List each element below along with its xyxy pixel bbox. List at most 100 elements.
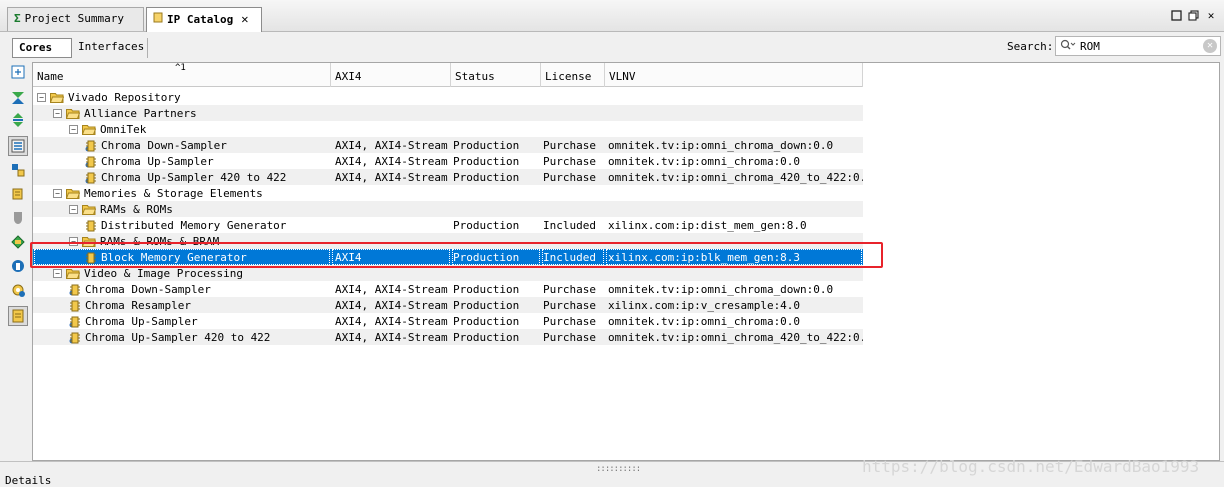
table-header: Name ^1 AXI4 Status License VLNV [33,63,863,87]
expand-collapse-icon[interactable]: − [69,125,78,134]
tree-folder-row[interactable]: − Vivado Repository [33,89,863,105]
expand-collapse-icon[interactable]: − [53,189,62,198]
restore-icon[interactable] [1187,10,1199,22]
sort-icon[interactable] [8,110,28,130]
ip-name-label: OmniTek [100,123,147,136]
status-cell: Production [453,283,520,296]
axi-cell: AXI4, AXI4-Stream [335,315,448,328]
details-label: Details [5,474,52,487]
expand-collapse-icon[interactable]: − [53,109,62,118]
ip-name-label: Chroma Down-Sampler [85,283,211,296]
license-cell: Purchase [543,331,596,344]
third-party-ip-icon [69,316,80,327]
maximize-icon[interactable] [1170,10,1182,22]
tree-folder-row[interactable]: − Memories & Storage Elements [33,185,863,201]
license-cell: Purchase [543,139,596,152]
search-field[interactable]: ✕ [1055,36,1221,56]
highlight-annotation-box [30,242,883,268]
folder-open-icon [82,205,96,215]
vlnv-cell: omnitek.tv:ip:omni_chroma_down:0.0 [608,283,834,296]
license-cell: Purchase [543,315,596,328]
tab-interfaces[interactable]: Interfaces [72,38,148,58]
tab-ip-catalog[interactable]: IP Catalog ✕ [146,7,262,32]
tree-folder-row[interactable]: − RAMs & ROMs [33,201,863,217]
view-icon[interactable] [8,306,28,326]
ip-core-row[interactable]: Chroma Up-Sampler AXI4, AXI4-Stream Produc… [33,313,863,329]
third-party-ip-icon [85,140,96,151]
ip-name-label: Chroma Up-Sampler [101,155,214,168]
name-cell: − RAMs & ROMs [69,202,173,217]
search-input[interactable] [1080,38,1200,54]
ip-core-row[interactable]: Chroma Down-Sampler AXI4, AXI4-Stream Prod… [33,137,863,153]
ip-info-icon[interactable] [8,232,28,252]
ip-name-label: Chroma Up-Sampler 420 to 422 [101,171,287,184]
column-header-license[interactable]: License [541,63,605,87]
ip-core-row[interactable]: Chroma Up-Sampler 420 to 422 AXI4, AXI4-S… [33,329,863,345]
column-header-status[interactable]: Status [451,63,541,87]
folder-open-icon [50,93,64,103]
name-cell: − Memories & Storage Elements [53,186,263,201]
vlnv-cell: omnitek.tv:ip:omni_chroma:0.0 [608,155,801,168]
axi-cell: AXI4, AXI4-Stream [335,283,448,296]
add-repository-icon[interactable] [8,184,28,204]
drag-handle-icon[interactable]: :::::::::: [596,464,641,474]
close-icon[interactable]: ✕ [241,12,248,26]
editor-tab-bar: Σ Project Summary IP Catalog ✕ ✕ [0,0,1224,32]
collapse-all-icon[interactable] [8,62,28,82]
axi-cell: AXI4, AXI4-Stream [335,155,448,168]
tree-folder-row[interactable]: − OmniTek [33,121,863,137]
axi-cell: AXI4, AXI4-Stream [335,299,448,312]
name-cell: Chroma Resampler [69,298,191,313]
ip-core-row[interactable]: Chroma Up-Sampler 420 to 422 AXI4, AXI4-S… [33,169,863,185]
sort-ascending-indicator: ^1 [175,63,186,73]
ip-core-icon [86,220,96,231]
status-cell: Production [453,219,520,232]
column-header-vlnv[interactable]: VLNV [605,63,863,87]
third-party-ip-icon [85,156,96,167]
group-by-icon[interactable] [8,136,28,156]
third-party-ip-icon [69,332,80,343]
expand-collapse-icon[interactable]: − [69,205,78,214]
column-header-axi4[interactable]: AXI4 [331,63,451,87]
close-icon[interactable]: ✕ [1205,10,1217,22]
status-cell: Production [453,155,520,168]
tab-cores[interactable]: Cores [12,38,72,58]
name-cell: Chroma Up-Sampler 420 to 422 [69,330,270,345]
ip-name-label: Alliance Partners [84,107,197,120]
tab-label: IP Catalog [167,13,234,26]
ip-core-row[interactable]: Chroma Up-Sampler AXI4, AXI4-Stream Produc… [33,153,863,169]
ip-core-row[interactable]: Chroma Down-Sampler AXI4, AXI4-Stream Prod… [33,281,863,297]
customize-ip-icon[interactable] [8,160,28,180]
ip-core-row[interactable]: Distributed Memory Generator Production In… [33,217,863,233]
name-cell: Chroma Down-Sampler [69,282,211,297]
vlnv-cell: xilinx.com:ip:dist_mem_gen:8.0 [608,219,807,232]
tree-folder-row[interactable]: − Alliance Partners [33,105,863,121]
tab-label: Project Summary [24,12,124,25]
search-icon[interactable] [1060,39,1076,54]
axi-cell [335,219,451,233]
folder-open-icon [66,269,80,279]
vlnv-cell: omnitek.tv:ip:omni_chroma_down:0.0 [608,139,834,152]
clear-search-icon[interactable]: ✕ [1203,39,1217,53]
license-cell: Purchase [543,299,596,312]
ip-packager-icon[interactable] [8,208,28,228]
ip-core-row[interactable]: Chroma Resampler AXI4, AXI4-Stream Product… [33,297,863,313]
vlnv-cell: omnitek.tv:ip:omni_chroma:0.0 [608,315,801,328]
folder-open-icon [66,109,80,119]
settings-icon[interactable] [8,280,28,300]
status-cell: Production [453,331,520,344]
name-cell: − OmniTek [69,122,146,137]
expand-all-icon[interactable] [8,88,28,108]
compatible-families-icon[interactable] [8,256,28,276]
name-cell: Chroma Up-Sampler 420 to 422 [85,170,286,185]
name-cell: − Alliance Partners [53,106,197,121]
expand-collapse-icon[interactable]: − [53,269,62,278]
license-cell: Included [543,219,596,232]
tab-project-summary[interactable]: Σ Project Summary [7,7,144,31]
name-cell: − Vivado Repository [37,90,181,105]
expand-collapse-icon[interactable]: − [37,93,46,102]
vlnv-cell: omnitek.tv:ip:omni_chroma_420_to_422:0.0 [608,171,863,184]
status-cell: Production [453,171,520,184]
ip-name-label: Video & Image Processing [84,267,243,280]
watermark: https://blog.csdn.net/EdwardBao1993 [862,457,1200,476]
